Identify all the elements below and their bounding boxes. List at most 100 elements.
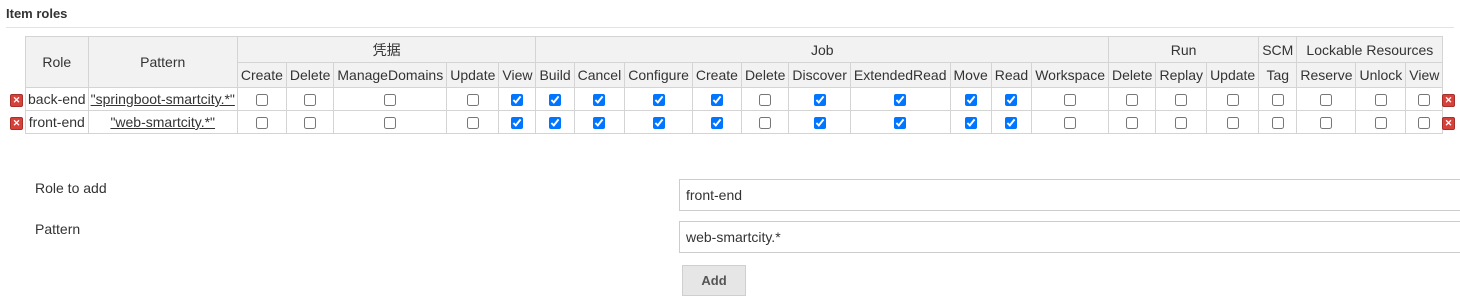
group-header-job: Job (535, 36, 1109, 63)
perm-header-job-create: Create (691, 62, 742, 88)
permission-cell (949, 87, 992, 111)
permission-checkbox-job-move[interactable] (964, 117, 977, 130)
perm-header-job-extendedread: ExtendedRead (849, 62, 951, 88)
section-title: Item roles (6, 6, 68, 21)
permission-checkbox-lock-reserve[interactable] (1320, 117, 1333, 130)
perm-header-run-update: Update (1206, 62, 1260, 88)
permission-cell (1258, 87, 1298, 111)
perm-header-cred-managedomains: ManageDomains (333, 62, 448, 88)
group-header-lockable-resources: Lockable Resources (1296, 36, 1444, 63)
delete-x-icon[interactable]: ✕ (10, 94, 23, 107)
delete-x-icon[interactable]: ✕ (1442, 94, 1455, 107)
permission-checkbox-cred-create[interactable] (255, 94, 268, 107)
permission-cell (691, 87, 742, 111)
permission-checkbox-cred-create[interactable] (255, 117, 268, 130)
role-to-add-input[interactable] (679, 179, 1460, 211)
role-rows: back-end "springboot-smartcity.*" front-… (25, 87, 1444, 134)
permission-checkbox-scm-tag[interactable] (1271, 117, 1284, 130)
pattern-cell: "web-smartcity.*" (87, 110, 238, 134)
permission-checkbox-cred-view[interactable] (511, 117, 524, 130)
permission-cell (236, 87, 287, 111)
permission-checkbox-lock-reserve[interactable] (1320, 94, 1333, 107)
perm-header-job-build: Build (535, 62, 575, 88)
permission-cell (1296, 87, 1357, 111)
permission-checkbox-cred-update[interactable] (466, 117, 479, 130)
permission-checkbox-job-discover[interactable] (813, 117, 826, 130)
permission-checkbox-job-extendedread[interactable] (894, 117, 907, 130)
perm-header-job-discover: Discover (788, 62, 851, 88)
table-row: back-end "springboot-smartcity.*" (25, 87, 1444, 111)
pattern-link[interactable]: "web-smartcity.*" (110, 114, 215, 130)
delete-x-icon[interactable]: ✕ (10, 117, 23, 130)
permission-checkbox-job-cancel[interactable] (593, 117, 606, 130)
permission-cell (1405, 110, 1444, 134)
permission-checkbox-job-workspace[interactable] (1064, 117, 1077, 130)
pattern-input[interactable] (679, 221, 1460, 253)
permission-checkbox-run-replay[interactable] (1175, 94, 1188, 107)
pattern-column-header: Pattern (87, 36, 238, 88)
permission-checkbox-cred-managedomains[interactable] (384, 94, 397, 107)
permission-checkbox-cred-delete[interactable] (304, 117, 317, 130)
permission-checkbox-run-update[interactable] (1226, 94, 1239, 107)
role-name: back-end (25, 87, 89, 111)
permission-cell (573, 87, 626, 111)
perm-header-cred-view: View (498, 62, 537, 88)
permission-checkbox-lock-view[interactable] (1418, 117, 1431, 130)
delete-x-icon[interactable]: ✕ (1442, 117, 1455, 130)
pattern-link[interactable]: "springboot-smartcity.*" (91, 91, 235, 107)
permission-cell (446, 87, 500, 111)
permission-checkbox-cred-update[interactable] (466, 94, 479, 107)
permission-checkbox-lock-unlock[interactable] (1374, 117, 1387, 130)
table-row: front-end "web-smartcity.*" (25, 110, 1444, 134)
permission-checkbox-job-extendedread[interactable] (894, 94, 907, 107)
permission-checkbox-cred-managedomains[interactable] (384, 117, 397, 130)
permission-cell (740, 87, 790, 111)
perm-header-job-cancel: Cancel (573, 62, 626, 88)
permission-checkbox-job-configure[interactable] (652, 117, 665, 130)
permission-cell (1107, 110, 1157, 134)
permission-checkbox-job-discover[interactable] (813, 94, 826, 107)
perm-header-cred-create: Create (236, 62, 287, 88)
permission-cell (624, 110, 693, 134)
permission-cell (535, 87, 575, 111)
permission-checkbox-job-read[interactable] (1005, 117, 1018, 130)
permission-cell (573, 110, 626, 134)
permission-checkbox-job-delete[interactable] (759, 117, 772, 130)
perm-header-run-replay: Replay (1155, 62, 1208, 88)
perm-header-scm-tag: Tag (1258, 62, 1298, 88)
permission-checkbox-job-build[interactable] (549, 117, 562, 130)
permission-cell (535, 110, 575, 134)
permission-cell (285, 87, 335, 111)
permission-checkbox-cred-delete[interactable] (304, 94, 317, 107)
perm-header-cred-delete: Delete (285, 62, 335, 88)
permission-cell (1155, 110, 1208, 134)
permission-checkbox-lock-view[interactable] (1418, 94, 1431, 107)
permission-checkbox-run-replay[interactable] (1175, 117, 1188, 130)
perm-header-run-delete: Delete (1107, 62, 1157, 88)
section-divider (6, 27, 1454, 28)
permission-checkbox-lock-unlock[interactable] (1374, 94, 1387, 107)
permission-cell (990, 110, 1033, 134)
permission-checkbox-job-workspace[interactable] (1064, 94, 1077, 107)
permission-checkbox-job-configure[interactable] (652, 94, 665, 107)
permission-checkbox-job-cancel[interactable] (593, 94, 606, 107)
permission-cell (333, 110, 448, 134)
permission-checkbox-job-build[interactable] (549, 94, 562, 107)
permission-cell (333, 87, 448, 111)
permission-checkbox-job-create[interactable] (710, 94, 723, 107)
perm-header-job-workspace: Workspace (1031, 62, 1109, 88)
permission-cell (990, 87, 1033, 111)
permission-checkbox-job-delete[interactable] (759, 94, 772, 107)
permission-checkbox-job-create[interactable] (710, 117, 723, 130)
permission-checkbox-run-delete[interactable] (1126, 117, 1139, 130)
permission-checkbox-scm-tag[interactable] (1271, 94, 1284, 107)
permission-checkbox-job-read[interactable] (1005, 94, 1018, 107)
permission-checkbox-cred-view[interactable] (511, 94, 524, 107)
permission-checkbox-run-delete[interactable] (1126, 94, 1139, 107)
permission-checkbox-run-update[interactable] (1226, 117, 1239, 130)
perm-header-job-configure: Configure (624, 62, 693, 88)
add-button[interactable]: Add (682, 265, 746, 296)
group-header-credentials: 凭据 (236, 36, 537, 63)
permission-cell (498, 110, 537, 134)
permission-checkbox-job-move[interactable] (964, 94, 977, 107)
